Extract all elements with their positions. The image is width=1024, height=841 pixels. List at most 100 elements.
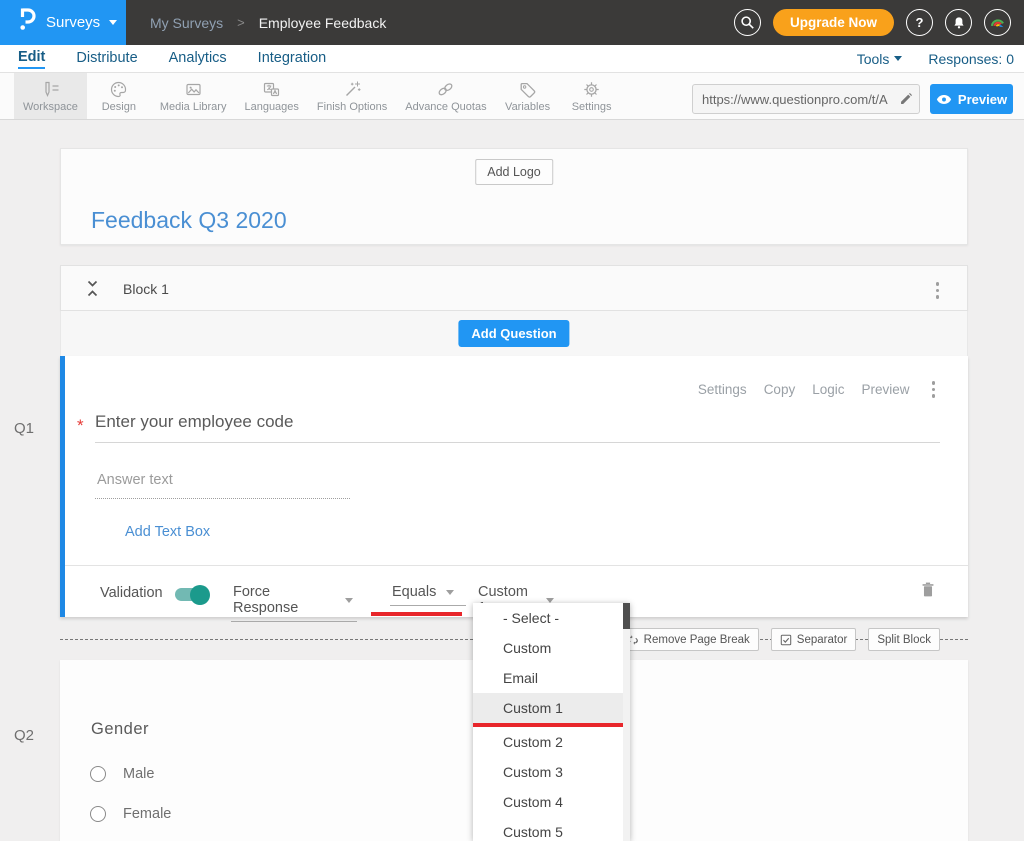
survey-url-field: [692, 84, 920, 114]
dropdown-option-custom5[interactable]: Custom 5: [473, 817, 630, 841]
block-header: Block 1: [60, 265, 968, 311]
survey-editor-app: Surveys My Surveys > Employee Feedback U…: [0, 0, 1024, 841]
dropdown-option-custom4[interactable]: Custom 4: [473, 787, 630, 817]
dropdown-option-custom1[interactable]: Custom 1: [473, 693, 630, 723]
search-button[interactable]: [734, 9, 761, 36]
required-marker: *: [77, 416, 84, 436]
preview-button[interactable]: Preview: [930, 84, 1013, 114]
page-break-buttons: Remove Page Break Separator Split Block: [618, 628, 940, 651]
question-logic-link[interactable]: Logic: [812, 382, 844, 397]
toolbar-item-label: Media Library: [160, 101, 227, 113]
dropdown-option-custom3[interactable]: Custom 3: [473, 757, 630, 787]
tab-integration[interactable]: Integration: [258, 50, 327, 68]
header-actions: Upgrade Now ?: [734, 9, 1011, 36]
notifications-button[interactable]: [945, 9, 972, 36]
trash-icon: [921, 581, 935, 598]
add-logo-button[interactable]: Add Logo: [475, 159, 553, 185]
radio-button-icon[interactable]: [90, 766, 106, 782]
toolbar-item-label: Design: [102, 101, 136, 113]
nav-right-group: Tools Responses: 0: [857, 45, 1014, 72]
breadcrumb-my-surveys[interactable]: My Surveys: [150, 15, 223, 31]
delete-question-button[interactable]: [921, 581, 935, 603]
question-copy-link[interactable]: Copy: [764, 382, 796, 397]
force-response-value: Force Response: [233, 584, 335, 616]
collapse-block-button[interactable]: [86, 279, 99, 303]
toolbar-item-settings[interactable]: Settings: [560, 73, 624, 119]
answer-option-label: Female: [123, 806, 171, 822]
question-preview-link[interactable]: Preview: [861, 382, 909, 397]
responses-count-link[interactable]: Responses: 0: [928, 51, 1014, 67]
breadcrumb-current-survey: Employee Feedback: [259, 15, 387, 31]
translate-icon: [262, 80, 281, 99]
split-block-label: Split Block: [877, 634, 931, 646]
block-title: Block 1: [123, 281, 169, 297]
answer-option-label: Male: [123, 766, 154, 782]
validation-value-open-menu: - Select - Custom Email Custom 1 Custom …: [473, 603, 630, 841]
dropdown-option-select[interactable]: - Select -: [473, 603, 630, 633]
chevron-down-icon: [109, 20, 117, 25]
add-text-box-link[interactable]: Add Text Box: [125, 524, 210, 540]
question-mark-icon: ?: [916, 15, 924, 30]
question-text[interactable]: Enter your employee code: [95, 412, 293, 432]
palette-icon: [109, 80, 128, 99]
pencil-icon: [899, 92, 913, 106]
tab-edit[interactable]: Edit: [18, 49, 45, 69]
operator-dropdown[interactable]: Equals: [390, 584, 466, 606]
eye-icon: [936, 94, 952, 105]
equals-highlight-underline: [371, 612, 462, 616]
dropdown-option-custom2[interactable]: Custom 2: [473, 727, 630, 757]
preview-button-label: Preview: [958, 92, 1007, 107]
answer-text-input[interactable]: Answer text: [97, 472, 173, 488]
toolbar-item-label: Settings: [572, 101, 612, 113]
question-1-number: Q1: [14, 420, 34, 437]
edit-url-button[interactable]: [893, 92, 919, 106]
toolbar-item-label: Finish Options: [317, 101, 387, 113]
dropdown-option-custom[interactable]: Custom: [473, 633, 630, 663]
toolbar-item-media-library[interactable]: Media Library: [151, 73, 236, 119]
toolbar-item-label: Workspace: [23, 101, 78, 113]
breadcrumb: My Surveys > Employee Feedback: [150, 0, 386, 45]
radio-button-icon[interactable]: [90, 806, 106, 822]
toolbar-item-advance-quotas[interactable]: Advance Quotas: [396, 73, 495, 119]
tools-dropdown[interactable]: Tools: [857, 51, 903, 67]
validation-toggle[interactable]: [175, 588, 208, 601]
answer-option-male[interactable]: Male: [90, 766, 154, 782]
upgrade-now-button[interactable]: Upgrade Now: [773, 9, 894, 36]
question-menu-button[interactable]: [929, 378, 939, 401]
toolbar-item-variables[interactable]: Variables: [496, 73, 560, 119]
remove-page-break-button[interactable]: Remove Page Break: [618, 628, 759, 651]
survey-header-card: Add Logo Feedback Q3 2020: [60, 148, 968, 245]
survey-title[interactable]: Feedback Q3 2020: [91, 207, 287, 234]
toolbar-item-languages[interactable]: Languages: [235, 73, 307, 119]
operator-value: Equals: [392, 584, 436, 600]
dropdown-scrollbar: [623, 603, 630, 841]
account-avatar[interactable]: [984, 9, 1011, 36]
add-question-button[interactable]: Add Question: [458, 320, 569, 347]
remove-page-break-label: Remove Page Break: [644, 634, 750, 646]
dropdown-scrollbar-thumb[interactable]: [623, 603, 630, 629]
question-text[interactable]: Gender: [91, 720, 149, 739]
survey-url-input[interactable]: [693, 92, 893, 107]
split-block-button[interactable]: Split Block: [868, 628, 940, 651]
separator-button[interactable]: Separator: [771, 628, 857, 651]
avatar-rainbow-icon: [989, 14, 1006, 31]
editor-toolbar: Workspace Design Media Library: [0, 73, 1024, 120]
toolbar-item-workspace[interactable]: Workspace: [14, 73, 87, 119]
tab-analytics[interactable]: Analytics: [169, 50, 227, 68]
module-nav-bar: Edit Distribute Analytics Integration To…: [0, 45, 1024, 73]
toolbar-item-design[interactable]: Design: [87, 73, 151, 119]
answer-option-female[interactable]: Female: [90, 806, 171, 822]
brand-label: Surveys: [46, 14, 100, 31]
tag-icon: [518, 80, 537, 99]
toolbar-item-finish-options[interactable]: Finish Options: [308, 73, 396, 119]
tab-distribute[interactable]: Distribute: [76, 50, 137, 68]
chevron-down-icon: [345, 598, 353, 603]
question-settings-link[interactable]: Settings: [698, 382, 747, 397]
dropdown-option-email[interactable]: Email: [473, 663, 630, 693]
brand-surveys-menu[interactable]: Surveys: [0, 0, 126, 45]
block-menu-button[interactable]: [933, 279, 943, 302]
tools-label: Tools: [857, 51, 890, 67]
question-1-card: Settings Copy Logic Preview * Enter your…: [60, 356, 968, 617]
help-button[interactable]: ?: [906, 9, 933, 36]
chain-link-icon: [436, 80, 455, 99]
